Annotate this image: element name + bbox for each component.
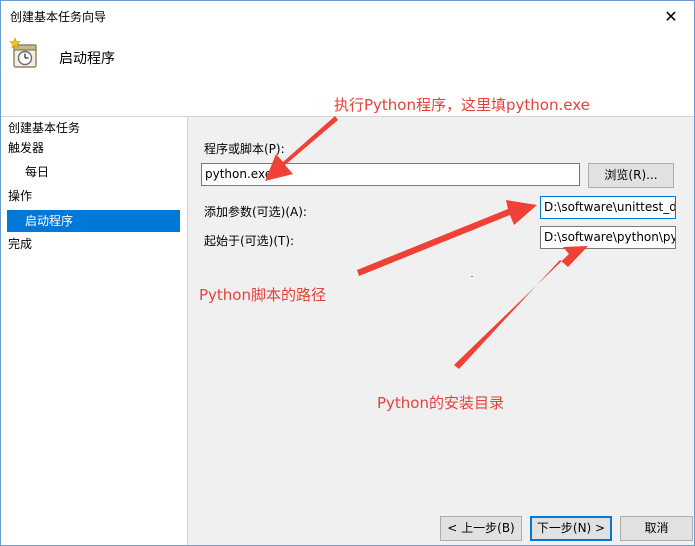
window-title: 创建基本任务向导 — [10, 10, 107, 24]
sidebar-item-start-program[interactable]: 启动程序 — [7, 210, 180, 232]
program-label: 程序或脚本(P): — [204, 142, 285, 156]
sidebar-item-label: 启动程序 — [25, 214, 74, 228]
args-annotation: Python脚本的路径 — [199, 286, 326, 304]
sidebar-item-label: 创建基本任务 — [8, 121, 81, 135]
sidebar-item-trigger[interactable]: 触发器 — [8, 137, 178, 159]
sidebar-item-finish[interactable]: 完成 — [8, 233, 178, 255]
sidebar-item-label: 操作 — [8, 189, 33, 203]
cancel-button[interactable]: 取消 — [620, 516, 693, 541]
sidebar-item-label: 完成 — [8, 237, 33, 251]
start-in-label: 起始于(可选)(T): — [204, 234, 295, 248]
sidebar-item-create-basic-task[interactable]: 创建基本任务 — [8, 117, 178, 139]
program-input[interactable]: python.exe — [201, 163, 580, 186]
program-annotation: 执行Python程序，这里填python.exe — [334, 96, 590, 114]
sidebar-item-label: 触发器 — [8, 141, 45, 155]
start-in-annotation: Python的安装目录 — [377, 394, 504, 412]
browse-button[interactable]: 浏览(R)... — [588, 163, 674, 188]
title-bar[interactable]: 创建基本任务向导 ✕ — [1, 1, 694, 31]
stray-dot — [471, 276, 473, 277]
create-basic-task-wizard-window: 创建基本任务向导 ✕ 启动程序 创建基本任务 触发器 每日 操作 启动程序 完成… — [0, 0, 695, 546]
task-clock-icon — [9, 37, 37, 68]
page-title: 启动程序 — [59, 51, 115, 67]
close-icon[interactable]: ✕ — [648, 1, 694, 31]
args-label: 添加参数(可选)(A): — [204, 205, 307, 219]
sidebar-item-action[interactable]: 操作 — [8, 185, 178, 207]
args-input[interactable]: D:\software\unittest_de — [540, 196, 676, 219]
next-button[interactable]: 下一步(N) > — [530, 516, 612, 541]
wizard-steps-sidebar: 创建基本任务 触发器 每日 操作 启动程序 完成 — [1, 117, 186, 545]
start-in-input[interactable]: D:\software\python\py — [540, 226, 676, 249]
sidebar-item-daily[interactable]: 每日 — [25, 161, 178, 183]
sidebar-item-label: 每日 — [25, 165, 50, 179]
back-button[interactable]: < 上一步(B) — [440, 516, 522, 541]
